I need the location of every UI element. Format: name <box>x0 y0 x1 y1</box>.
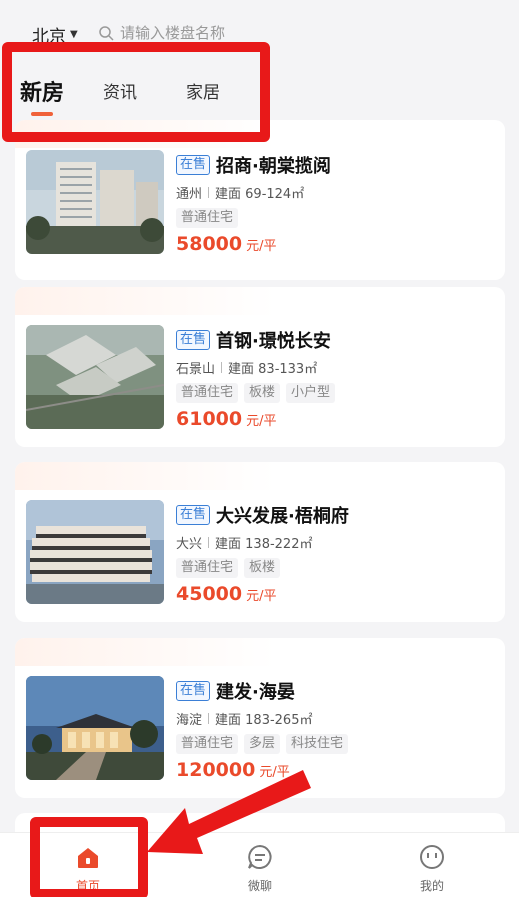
listing-info: 在售 建发·海晏 海淀 建面 183-265㎡ 普通住宅 多层 科技住宅 120… <box>176 678 349 781</box>
listing-price: 120000 <box>176 759 256 781</box>
price-unit: 元/平 <box>246 239 277 254</box>
listing-district: 石景山 <box>176 362 216 377</box>
nav-label: 微聊 <box>247 879 272 893</box>
profile-icon <box>420 845 444 869</box>
city-selector[interactable]: 北京 ▼ <box>32 22 78 47</box>
price-unit: 元/平 <box>259 765 290 780</box>
listing-price: 45000 <box>176 583 243 605</box>
tab-news[interactable]: 资讯 <box>103 78 137 103</box>
nav-label: 我的 <box>419 879 444 893</box>
tab-new-homes[interactable]: 新房 <box>20 75 64 107</box>
listing-tag: 多层 <box>244 734 281 754</box>
listing-title[interactable]: 大兴发展·梧桐府 <box>216 502 349 528</box>
listing-tag: 科技住宅 <box>286 734 349 754</box>
category-tabs: 新房 资讯 家居 <box>0 70 519 120</box>
listing-info: 在售 大兴发展·梧桐府 大兴 建面 138-222㎡ 普通住宅 板楼 45000… <box>176 503 349 605</box>
listing-image <box>26 150 164 254</box>
listing-image <box>26 500 164 604</box>
listing-tag: 板楼 <box>244 558 281 578</box>
listing-card[interactable]: 在售 招商·朝棠揽阅 通州 建面 69-124㎡ 普通住宅 58000 元/平 <box>15 120 505 280</box>
listing-image <box>26 325 164 429</box>
listing-area: 建面 83-133㎡ <box>228 362 318 377</box>
search-input[interactable]: 请输入楼盘名称 <box>98 22 225 43</box>
active-tab-indicator <box>31 112 53 116</box>
status-badge: 在售 <box>176 681 211 701</box>
listing-district: 通州 <box>176 187 203 202</box>
listing-info: 在售 招商·朝棠揽阅 通州 建面 69-124㎡ 普通住宅 58000 元/平 <box>176 153 331 255</box>
listing-tag: 普通住宅 <box>176 383 239 403</box>
divider <box>208 537 210 548</box>
listing-card[interactable]: 在售 建发·海晏 海淀 建面 183-265㎡ 普通住宅 多层 科技住宅 120… <box>15 638 505 798</box>
nav-profile[interactable]: 我的 <box>392 843 472 894</box>
listing-title[interactable]: 招商·朝棠揽阅 <box>216 152 331 178</box>
top-bar: 北京 ▼ 请输入楼盘名称 <box>0 0 519 70</box>
divider <box>208 187 210 198</box>
status-badge: 在售 <box>176 505 211 525</box>
listing-title[interactable]: 首钢·璟悦长安 <box>216 327 331 353</box>
listing-area: 建面 138-222㎡ <box>215 537 313 552</box>
listing-image <box>26 676 164 780</box>
divider <box>208 713 210 724</box>
listing-district: 大兴 <box>176 537 203 552</box>
listing-tag: 普通住宅 <box>176 558 239 578</box>
search-icon <box>99 25 114 41</box>
listing-tag: 板楼 <box>244 383 281 403</box>
status-badge: 在售 <box>176 155 211 175</box>
nav-home[interactable]: 首页 <box>48 843 128 894</box>
listing-card[interactable]: 在售 首钢·璟悦长安 石景山 建面 83-133㎡ 普通住宅 板楼 小户型 61… <box>15 287 505 447</box>
divider <box>221 362 223 373</box>
chat-icon <box>248 844 272 869</box>
listing-district: 海淀 <box>176 713 203 728</box>
city-label: 北京 <box>32 27 66 47</box>
listing-area: 建面 183-265㎡ <box>215 713 313 728</box>
listing-price: 58000 <box>176 233 243 255</box>
bottom-nav: 首页 微聊 我的 <box>0 832 519 897</box>
nav-label: 首页 <box>75 879 100 893</box>
tab-home-decor[interactable]: 家居 <box>186 78 220 103</box>
price-unit: 元/平 <box>246 589 277 604</box>
listing-tag: 普通住宅 <box>176 208 239 228</box>
search-placeholder: 请输入楼盘名称 <box>120 24 226 42</box>
nav-chat[interactable]: 微聊 <box>220 843 300 894</box>
listing-tag: 普通住宅 <box>176 734 239 754</box>
listing-tag: 小户型 <box>286 383 336 403</box>
home-icon <box>78 848 98 868</box>
listing-title[interactable]: 建发·海晏 <box>216 678 295 704</box>
listing-card[interactable]: 在售 大兴发展·梧桐府 大兴 建面 138-222㎡ 普通住宅 板楼 45000… <box>15 462 505 622</box>
status-badge: 在售 <box>176 330 211 350</box>
listing-area: 建面 69-124㎡ <box>215 187 305 202</box>
caret-down-icon: ▼ <box>70 29 78 40</box>
listing-info: 在售 首钢·璟悦长安 石景山 建面 83-133㎡ 普通住宅 板楼 小户型 61… <box>176 327 336 430</box>
listing-price: 61000 <box>176 408 243 430</box>
price-unit: 元/平 <box>246 414 277 429</box>
